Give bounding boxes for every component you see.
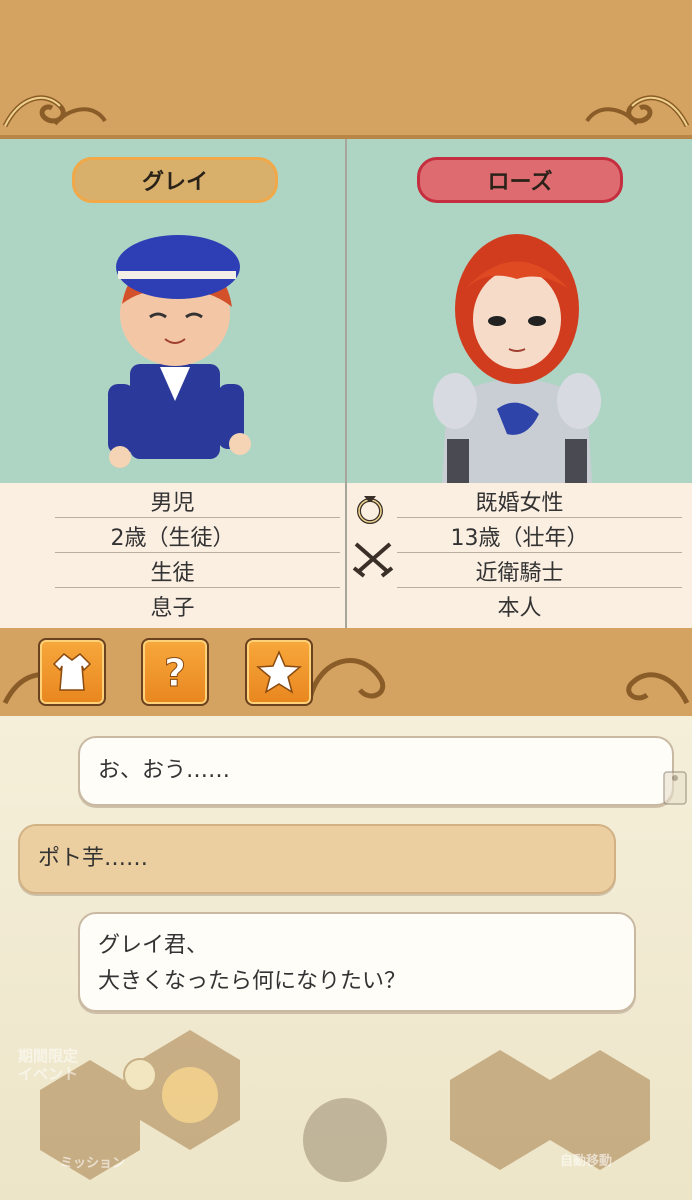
- speech-bubble-rose: グレイ君、 大きくなったら何になりたい？: [78, 912, 636, 1012]
- rose-occupation: 近衛騎士: [347, 553, 692, 588]
- outfit-icon: [52, 653, 92, 691]
- tag-icon: [663, 771, 687, 805]
- speech-line: 大きくなったら何になりたい？: [98, 969, 407, 994]
- star-icon: [256, 650, 302, 694]
- info-grey: 男児 2歳（生徒） 生徒 息子: [0, 483, 345, 628]
- action-toolbar: ?: [0, 628, 692, 716]
- question-icon: ?: [163, 651, 186, 695]
- mission-label[interactable]: ミッション: [60, 1152, 125, 1171]
- auto-move-label[interactable]: 自動移動: [560, 1150, 612, 1169]
- grey-occupation: 生徒: [0, 553, 345, 588]
- event-badge-line: 期間限定: [17, 1047, 78, 1065]
- portrait-panel-rose: ローズ: [347, 139, 692, 483]
- crossed-swords-icon: [352, 542, 394, 578]
- rose-relation: 本人: [497, 595, 542, 621]
- name-pill-grey: グレイ: [72, 157, 278, 203]
- ring-icon: [357, 496, 383, 524]
- limited-event-badge[interactable]: 期間限定 イベント: [0, 1010, 96, 1120]
- favorite-button[interactable]: [245, 638, 313, 706]
- grey-relation: 息子: [150, 595, 195, 621]
- svg-text:?: ?: [164, 651, 186, 694]
- grey-gender: 男児: [0, 483, 345, 518]
- speech-line: グレイ君、: [98, 933, 209, 958]
- portrait-panel-grey: グレイ: [0, 139, 345, 483]
- top-banner: [0, 0, 692, 139]
- speech-bubble-rose: お、おう……: [78, 736, 674, 806]
- help-button[interactable]: ?: [141, 638, 209, 706]
- scroll-ornament-icon: [2, 95, 107, 128]
- scroll-ornament-icon: [307, 658, 385, 699]
- info-rose: 既婚女性 13歳（壮年） 近衛騎士 本人: [347, 483, 692, 628]
- outfit-button[interactable]: [38, 638, 106, 706]
- event-badge-line: イベント: [17, 1065, 78, 1083]
- rose-age: 13歳（壮年）: [347, 518, 692, 553]
- name-pill-rose: ローズ: [417, 157, 623, 203]
- scroll-ornament-icon: [585, 95, 690, 128]
- scroll-ornament-icon: [626, 672, 690, 705]
- speech-bubble-grey: ポト芋……: [18, 824, 616, 894]
- grey-age: 2歳（生徒）: [0, 518, 345, 553]
- rose-status: 既婚女性: [347, 483, 692, 518]
